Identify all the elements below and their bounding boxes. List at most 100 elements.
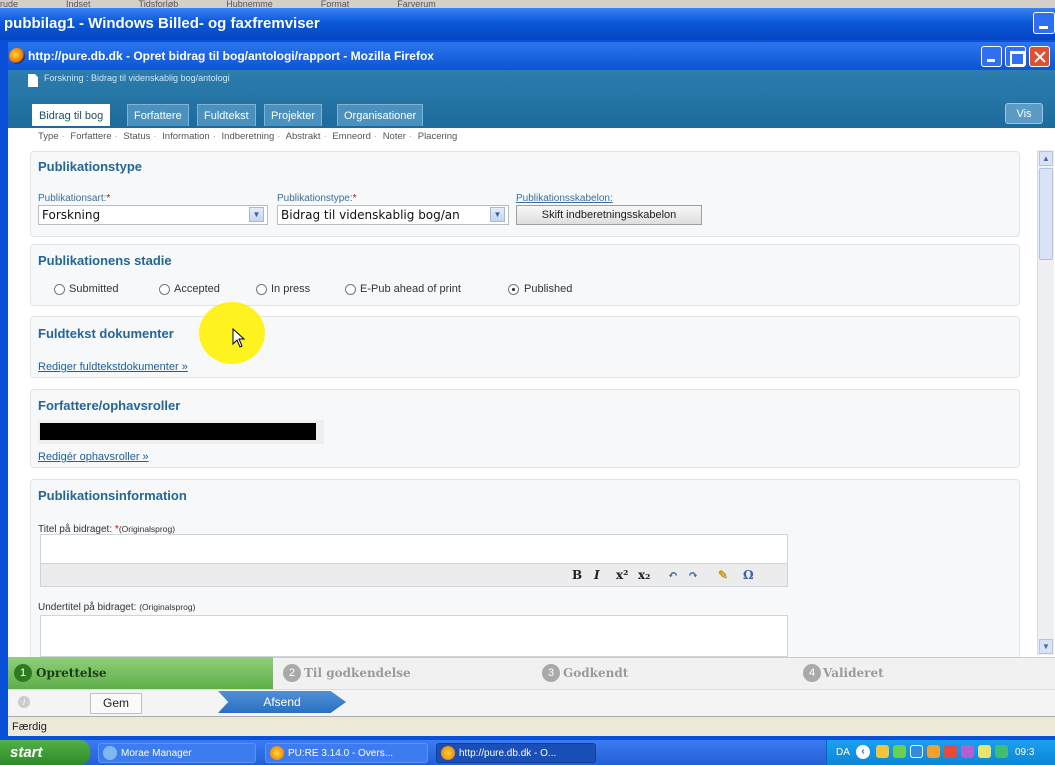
scroll-up-icon[interactable]: ▲ bbox=[1039, 151, 1053, 166]
tray-icon[interactable] bbox=[876, 745, 889, 758]
close-button[interactable] bbox=[1029, 46, 1050, 67]
tray-icon[interactable] bbox=[995, 745, 1008, 758]
start-button[interactable]: start bbox=[0, 740, 90, 765]
tab-bidrag-til-bog[interactable]: Bidrag til bog bbox=[32, 104, 111, 126]
outer-menu-item[interactable]: Tidsforløb bbox=[139, 0, 179, 8]
save-button[interactable]: Gem bbox=[90, 693, 142, 714]
outer-minimize-button[interactable] bbox=[1033, 12, 1055, 34]
radio-submitted[interactable] bbox=[54, 284, 65, 295]
superscript-icon[interactable]: x² bbox=[616, 564, 628, 587]
section-link-emneord[interactable]: Emneord bbox=[332, 131, 371, 142]
radio-published[interactable] bbox=[508, 284, 519, 295]
browser-title: http://pure.db.dk - Opret bidrag til bog… bbox=[8, 42, 1055, 70]
section-link-abstrakt[interactable]: Abstrakt bbox=[286, 131, 321, 142]
radio-label-epub[interactable]: E-Pub ahead of print bbox=[360, 283, 461, 295]
fulltext-heading: Fuldtekst dokumenter bbox=[38, 326, 174, 341]
firefox-icon bbox=[9, 48, 25, 64]
section-link-forfattere[interactable]: Forfattere bbox=[70, 131, 111, 142]
scroll-thumb[interactable] bbox=[1039, 168, 1053, 260]
tray-icon[interactable] bbox=[961, 745, 974, 758]
send-button[interactable]: Afsend bbox=[218, 691, 346, 713]
authors-heading: Forfattere/ophavsroller bbox=[38, 398, 181, 413]
morae-icon bbox=[103, 746, 117, 760]
outer-menu-item[interactable]: Format bbox=[321, 0, 350, 8]
undo-icon[interactable]: ↶ bbox=[668, 564, 678, 587]
section-nav: Type · Forfattere · Status · Information · I… bbox=[38, 131, 458, 142]
radio-accepted[interactable] bbox=[159, 284, 170, 295]
subtitle-label: Undertitel på bidraget: (Originalsprog) bbox=[38, 602, 196, 613]
publication-info-heading: Publikationsinformation bbox=[38, 488, 187, 503]
title-editor-toolbar: B I x² x₂ ↶ ↷ ✎ Ω bbox=[40, 564, 788, 587]
breadcrumb: Forskning : Bidrag til videnskablig bog/… bbox=[44, 73, 230, 83]
tray-icon[interactable] bbox=[893, 745, 906, 758]
outer-menu-item[interactable]: Hubnemme bbox=[226, 0, 273, 8]
language-indicator[interactable]: DA bbox=[836, 740, 850, 765]
step-number-badge: 3 bbox=[542, 664, 560, 682]
bold-icon[interactable]: B bbox=[572, 564, 582, 587]
change-template-button[interactable]: Skift indberetningsskabelon bbox=[516, 205, 702, 225]
tray-icon[interactable] bbox=[944, 745, 957, 758]
chevron-down-icon[interactable]: ▼ bbox=[490, 207, 505, 222]
outer-menu-item[interactable]: Indset bbox=[66, 0, 91, 8]
tray-icon[interactable] bbox=[927, 745, 940, 758]
section-link-information[interactable]: Information bbox=[162, 131, 210, 142]
tab-organisationer[interactable]: Organisationer bbox=[337, 104, 424, 126]
subtitle-input[interactable] bbox=[40, 615, 788, 657]
publication-stage-panel bbox=[30, 244, 1020, 306]
edit-author-roles-link[interactable]: Redigér ophavsroller » bbox=[38, 451, 149, 463]
publication-art-select[interactable]: Forskning bbox=[38, 205, 268, 225]
chevron-down-icon[interactable]: ▼ bbox=[249, 207, 264, 222]
taskbar-item-pure-overview[interactable]: PU:RE 3.14.0 - Overs... bbox=[265, 743, 428, 763]
tray-icon[interactable] bbox=[910, 745, 923, 758]
vis-button[interactable]: Vis bbox=[1005, 103, 1043, 124]
radio-label-accepted[interactable]: Accepted bbox=[174, 283, 220, 295]
tab-projekter[interactable]: Projekter bbox=[264, 104, 323, 126]
title-input[interactable] bbox=[40, 534, 788, 564]
clock: 09:3 bbox=[1015, 747, 1035, 758]
outer-menu-strip: rude Indset Tidsforløb Hubnemme Format Farver… bbox=[0, 0, 1055, 8]
section-link-noter[interactable]: Noter bbox=[383, 131, 406, 142]
screen: rude Indset Tidsforløb Hubnemme Format Farver… bbox=[0, 0, 1055, 765]
tray-icon[interactable] bbox=[978, 745, 991, 758]
publication-type-heading: Publikationstype bbox=[38, 159, 143, 174]
workflow-step-til-godkendelse[interactable]: Til godkendelse bbox=[276, 657, 532, 689]
publication-art-label: Publikationsart:* bbox=[38, 193, 111, 204]
tab-forfattere[interactable]: Forfattere bbox=[127, 104, 189, 126]
workflow-step-oprettelse[interactable]: Oprettelse bbox=[8, 657, 273, 689]
taskbar-item-pure-form[interactable]: http://pure.db.dk - O... bbox=[436, 743, 596, 763]
section-link-type[interactable]: Type bbox=[38, 131, 59, 142]
special-character-icon[interactable]: Ω bbox=[743, 564, 754, 587]
radio-label-published[interactable]: Published bbox=[524, 283, 572, 295]
subscript-icon[interactable]: x₂ bbox=[638, 564, 650, 587]
section-link-placering[interactable]: Placering bbox=[418, 131, 458, 142]
outer-window-title: pubbilag1 - Windows Billed- og faxfremvi… bbox=[0, 8, 1055, 40]
workflow-step-godkendt[interactable]: Godkendt bbox=[535, 657, 793, 689]
outer-menu-item[interactable]: rude bbox=[0, 0, 18, 8]
radio-epub[interactable] bbox=[345, 284, 356, 295]
info-icon: i bbox=[18, 696, 30, 708]
scroll-down-icon[interactable]: ▼ bbox=[1039, 639, 1053, 654]
maximize-button[interactable] bbox=[1005, 46, 1026, 67]
step-number-badge: 4 bbox=[803, 664, 821, 682]
radio-label-in-press[interactable]: In press bbox=[271, 283, 310, 295]
tray-expand-icon[interactable]: ‹ bbox=[856, 745, 870, 759]
minimize-button[interactable] bbox=[981, 46, 1002, 67]
section-link-indberetning[interactable]: Indberetning bbox=[222, 131, 275, 142]
publication-type-select[interactable]: Bidrag til videnskablig bog/an bbox=[277, 205, 509, 225]
publication-type-label: Publikationstype:* bbox=[277, 193, 357, 204]
radio-label-submitted[interactable]: Submitted bbox=[69, 283, 119, 295]
publication-stage-heading: Publikationens stadie bbox=[38, 253, 172, 268]
tab-fuldtekst[interactable]: Fuldtekst bbox=[197, 104, 256, 126]
cleanup-icon[interactable]: ✎ bbox=[718, 564, 728, 587]
workflow-step-valideret[interactable]: Valideret bbox=[795, 657, 1055, 689]
redo-icon[interactable]: ↷ bbox=[688, 564, 698, 587]
radio-in-press[interactable] bbox=[256, 284, 267, 295]
document-icon bbox=[28, 74, 38, 87]
italic-icon[interactable]: I bbox=[594, 564, 600, 587]
taskbar-item-morae[interactable]: Morae Manager bbox=[98, 743, 256, 763]
edit-fulltext-link[interactable]: Rediger fuldtekstdokumenter » bbox=[38, 361, 188, 373]
step-number-badge: 1 bbox=[14, 664, 32, 682]
outer-menu-item[interactable]: Farverum bbox=[397, 0, 436, 8]
section-link-status[interactable]: Status bbox=[123, 131, 150, 142]
firefox-icon bbox=[270, 746, 284, 760]
